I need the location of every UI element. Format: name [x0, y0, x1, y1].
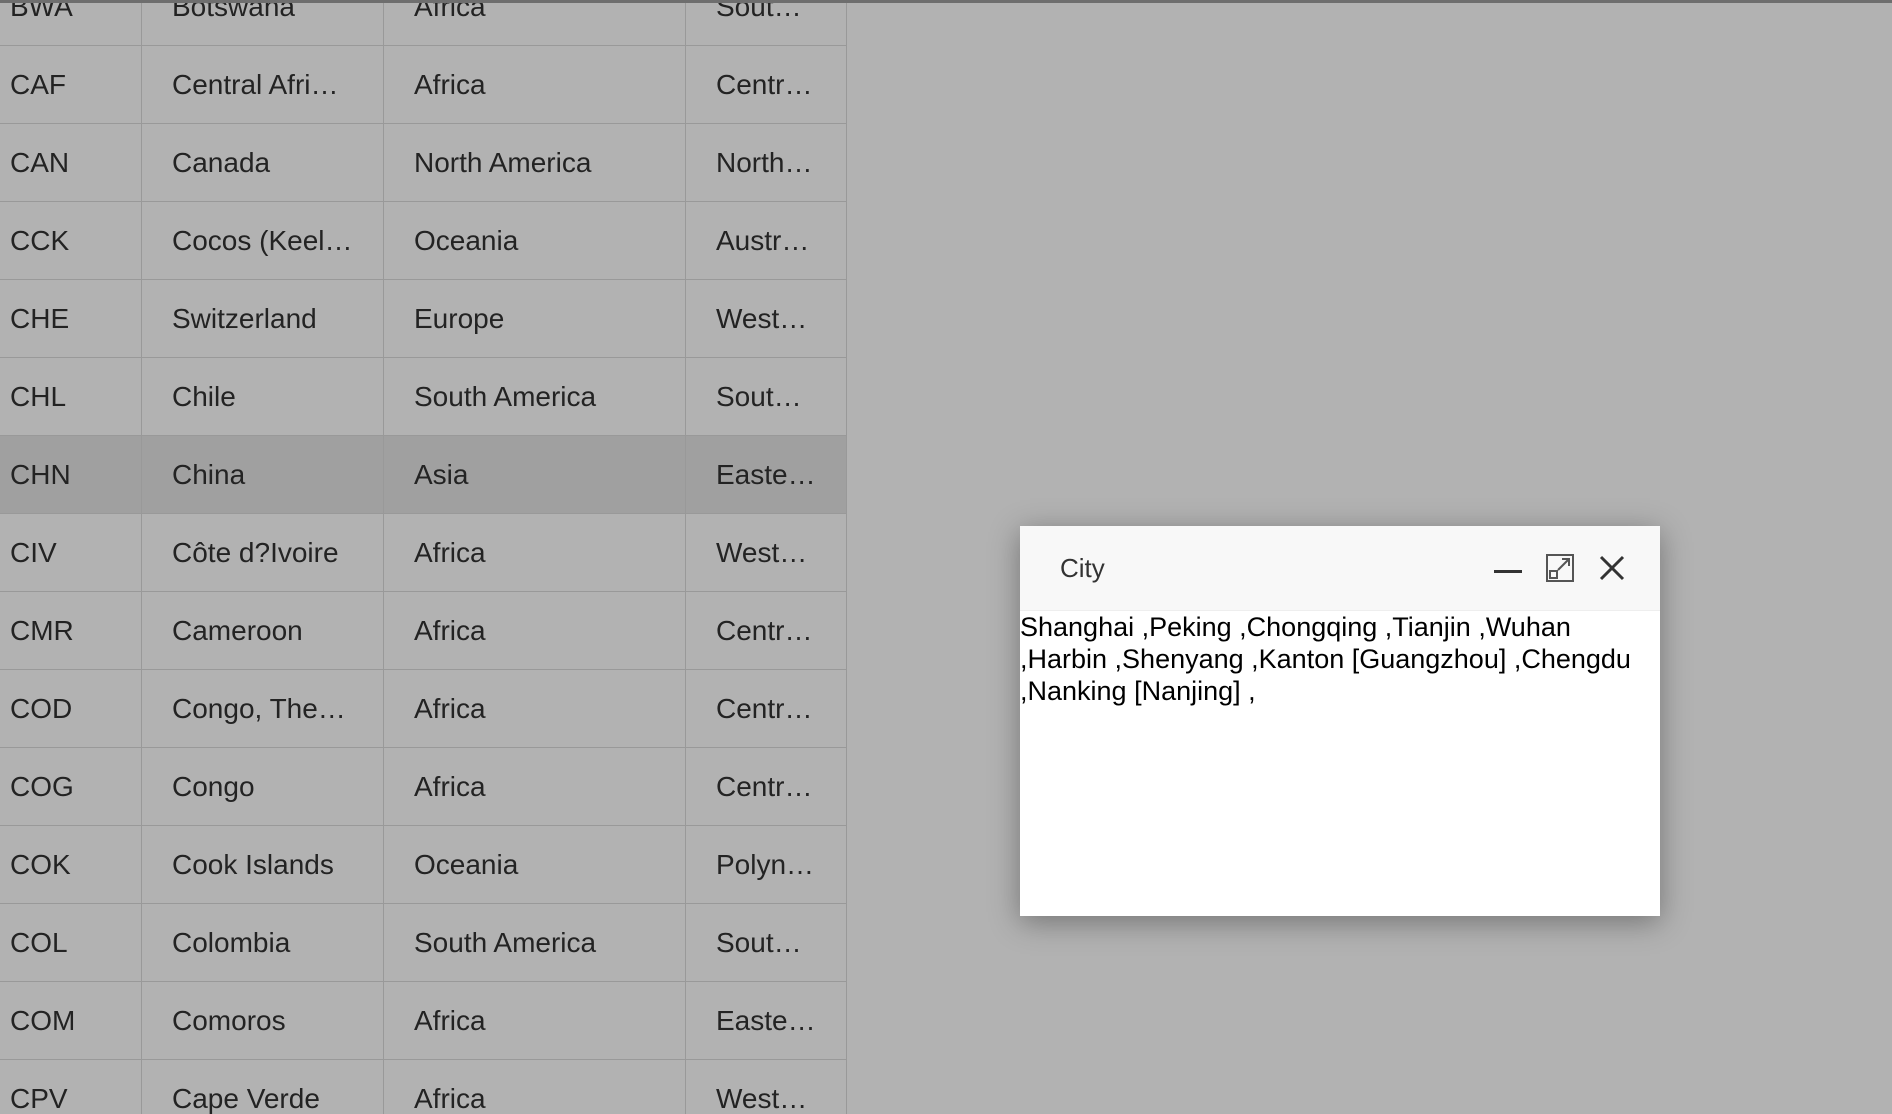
- dialog-body: Shanghai ,Peking ,Chongqing ,Tianjin ,Wu…: [1020, 611, 1660, 916]
- close-button[interactable]: [1592, 548, 1632, 588]
- minimize-icon: [1494, 570, 1522, 573]
- window-top-border: [0, 0, 1892, 3]
- maximize-icon: [1546, 554, 1574, 582]
- dialog-header[interactable]: City: [1020, 526, 1660, 611]
- page: BWA Botswana Africa Sout… CAF Central Afri… Af…: [0, 0, 1892, 1114]
- city-dialog: City Shanghai ,Peking ,Chongqing ,Tianji…: [1020, 526, 1660, 916]
- minimize-button[interactable]: [1488, 548, 1528, 588]
- maximize-button[interactable]: [1540, 548, 1580, 588]
- dialog-title: City: [1060, 553, 1105, 583]
- city-list-text: Shanghai ,Peking ,Chongqing ,Tianjin ,Wu…: [1020, 612, 1631, 706]
- close-icon: [1599, 555, 1625, 581]
